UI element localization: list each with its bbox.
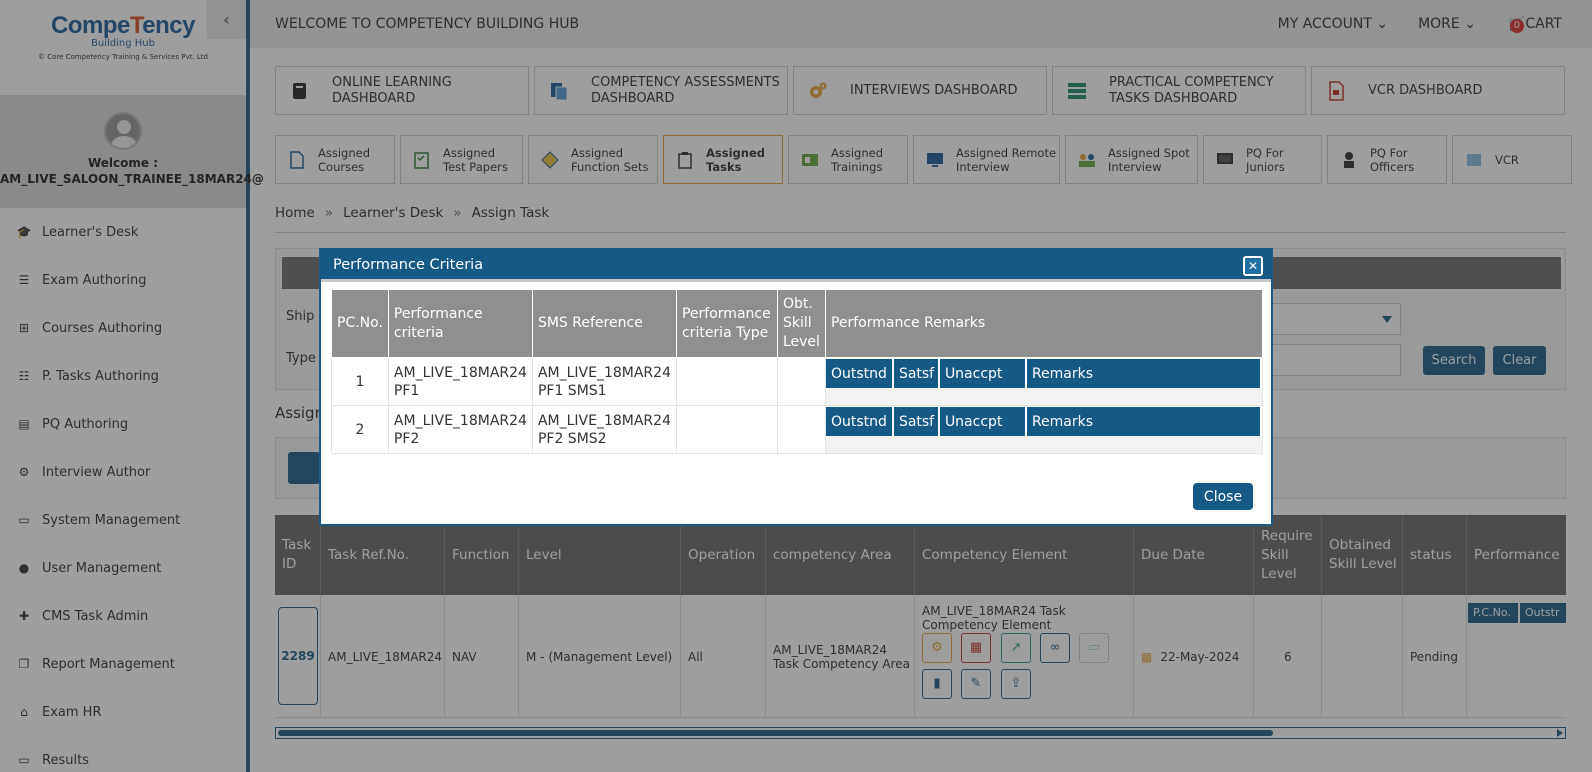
remark-col-remarks: Remarks	[1026, 407, 1262, 436]
cell-remarks: Outstnd Satsf Unaccpt Remarks	[824, 405, 1264, 454]
cell-criteria-type	[675, 357, 778, 406]
remark-col-satisfactory: Satsf	[893, 407, 940, 436]
modal-header: Performance Criteria	[321, 250, 1271, 282]
col-performance-criteria: Performance criteria	[387, 289, 533, 358]
remark-col-unacceptable: Unaccpt	[939, 359, 1027, 388]
remarks-subheader: Outstnd Satsf Unaccpt Remarks	[825, 407, 1262, 436]
cell-pcno: 1	[331, 357, 389, 406]
performance-criteria-table: PC.No. Performance criteria SMS Referenc…	[331, 289, 1264, 454]
pc-table-header: PC.No. Performance criteria SMS Referenc…	[331, 289, 1264, 358]
remark-col-outstanding: Outstnd	[825, 407, 894, 436]
remarks-subheader: Outstnd Satsf Unaccpt Remarks	[825, 359, 1262, 388]
cell-remarks: Outstnd Satsf Unaccpt Remarks	[824, 357, 1264, 406]
cell-sms-reference: AM_LIVE_18MAR24 PF1 SMS1	[531, 357, 677, 406]
remark-col-outstanding: Outstnd	[825, 359, 894, 388]
cell-sms-reference: AM_LIVE_18MAR24 PF2 SMS2	[531, 405, 677, 454]
modal-close-button[interactable]: Close	[1193, 483, 1253, 510]
cell-pcno: 2	[331, 405, 389, 454]
col-obt-skill: Obt. Skill Level	[776, 289, 826, 358]
col-performance-remarks: Performance Remarks	[824, 289, 1264, 358]
modal-close-x-button[interactable]: ✕	[1243, 256, 1263, 276]
remark-col-unacceptable: Unaccpt	[939, 407, 1027, 436]
performance-criteria-modal: Performance Criteria ✕ PC.No. Performanc…	[319, 248, 1273, 526]
cell-obt-skill	[776, 405, 826, 454]
table-row: 2 AM_LIVE_18MAR24 PF2 AM_LIVE_18MAR24 PF2 …	[331, 405, 1264, 454]
cell-criteria: AM_LIVE_18MAR24 PF2	[387, 405, 533, 454]
table-row: 1 AM_LIVE_18MAR24 PF1 AM_LIVE_18MAR24 PF1 …	[331, 357, 1264, 406]
remark-col-satisfactory: Satsf	[893, 359, 940, 388]
cell-obt-skill	[776, 357, 826, 406]
close-icon: ✕	[1247, 259, 1259, 273]
col-sms-reference: SMS Reference	[531, 289, 677, 358]
remarks-input-row[interactable]	[825, 388, 1262, 405]
cell-criteria-type	[675, 405, 778, 454]
cell-criteria: AM_LIVE_18MAR24 PF1	[387, 357, 533, 406]
col-criteria-type: Performance criteria Type	[675, 289, 778, 358]
modal-title: Performance Criteria	[333, 256, 484, 273]
col-pcno: PC.No.	[331, 289, 389, 358]
remarks-input-row[interactable]	[825, 436, 1262, 453]
remark-col-remarks: Remarks	[1026, 359, 1262, 388]
